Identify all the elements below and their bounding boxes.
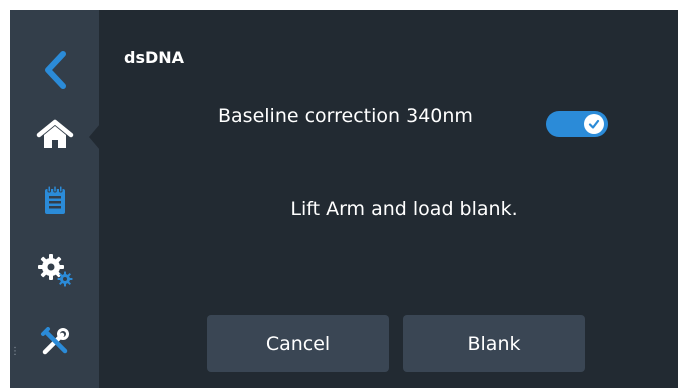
back-chevron-icon <box>44 51 66 89</box>
back-button[interactable] <box>10 38 99 102</box>
baseline-correction-toggle[interactable] <box>546 111 608 137</box>
home-icon <box>36 119 73 148</box>
sidebar-item-tools[interactable] <box>10 310 99 374</box>
sidebar-item-settings[interactable] <box>10 238 99 302</box>
sidebar-item-home[interactable] <box>10 102 99 166</box>
screen: ⋮ dsDNA Baseline correction 340nm Lift A… <box>10 10 678 388</box>
active-item-pointer <box>89 124 100 150</box>
side-handle-icon: ⋮ <box>10 346 20 357</box>
instruction-text: Lift Arm and load blank. <box>290 198 518 220</box>
tools-icon <box>40 327 69 355</box>
checkmark-icon <box>588 119 600 129</box>
cancel-button[interactable]: Cancel <box>207 315 389 372</box>
blank-button[interactable]: Blank <box>403 315 585 372</box>
page-title: dsDNA <box>124 48 185 67</box>
toggle-knob <box>584 114 604 134</box>
gears-icon <box>37 254 72 287</box>
baseline-correction-label: Baseline correction 340nm <box>218 105 473 127</box>
